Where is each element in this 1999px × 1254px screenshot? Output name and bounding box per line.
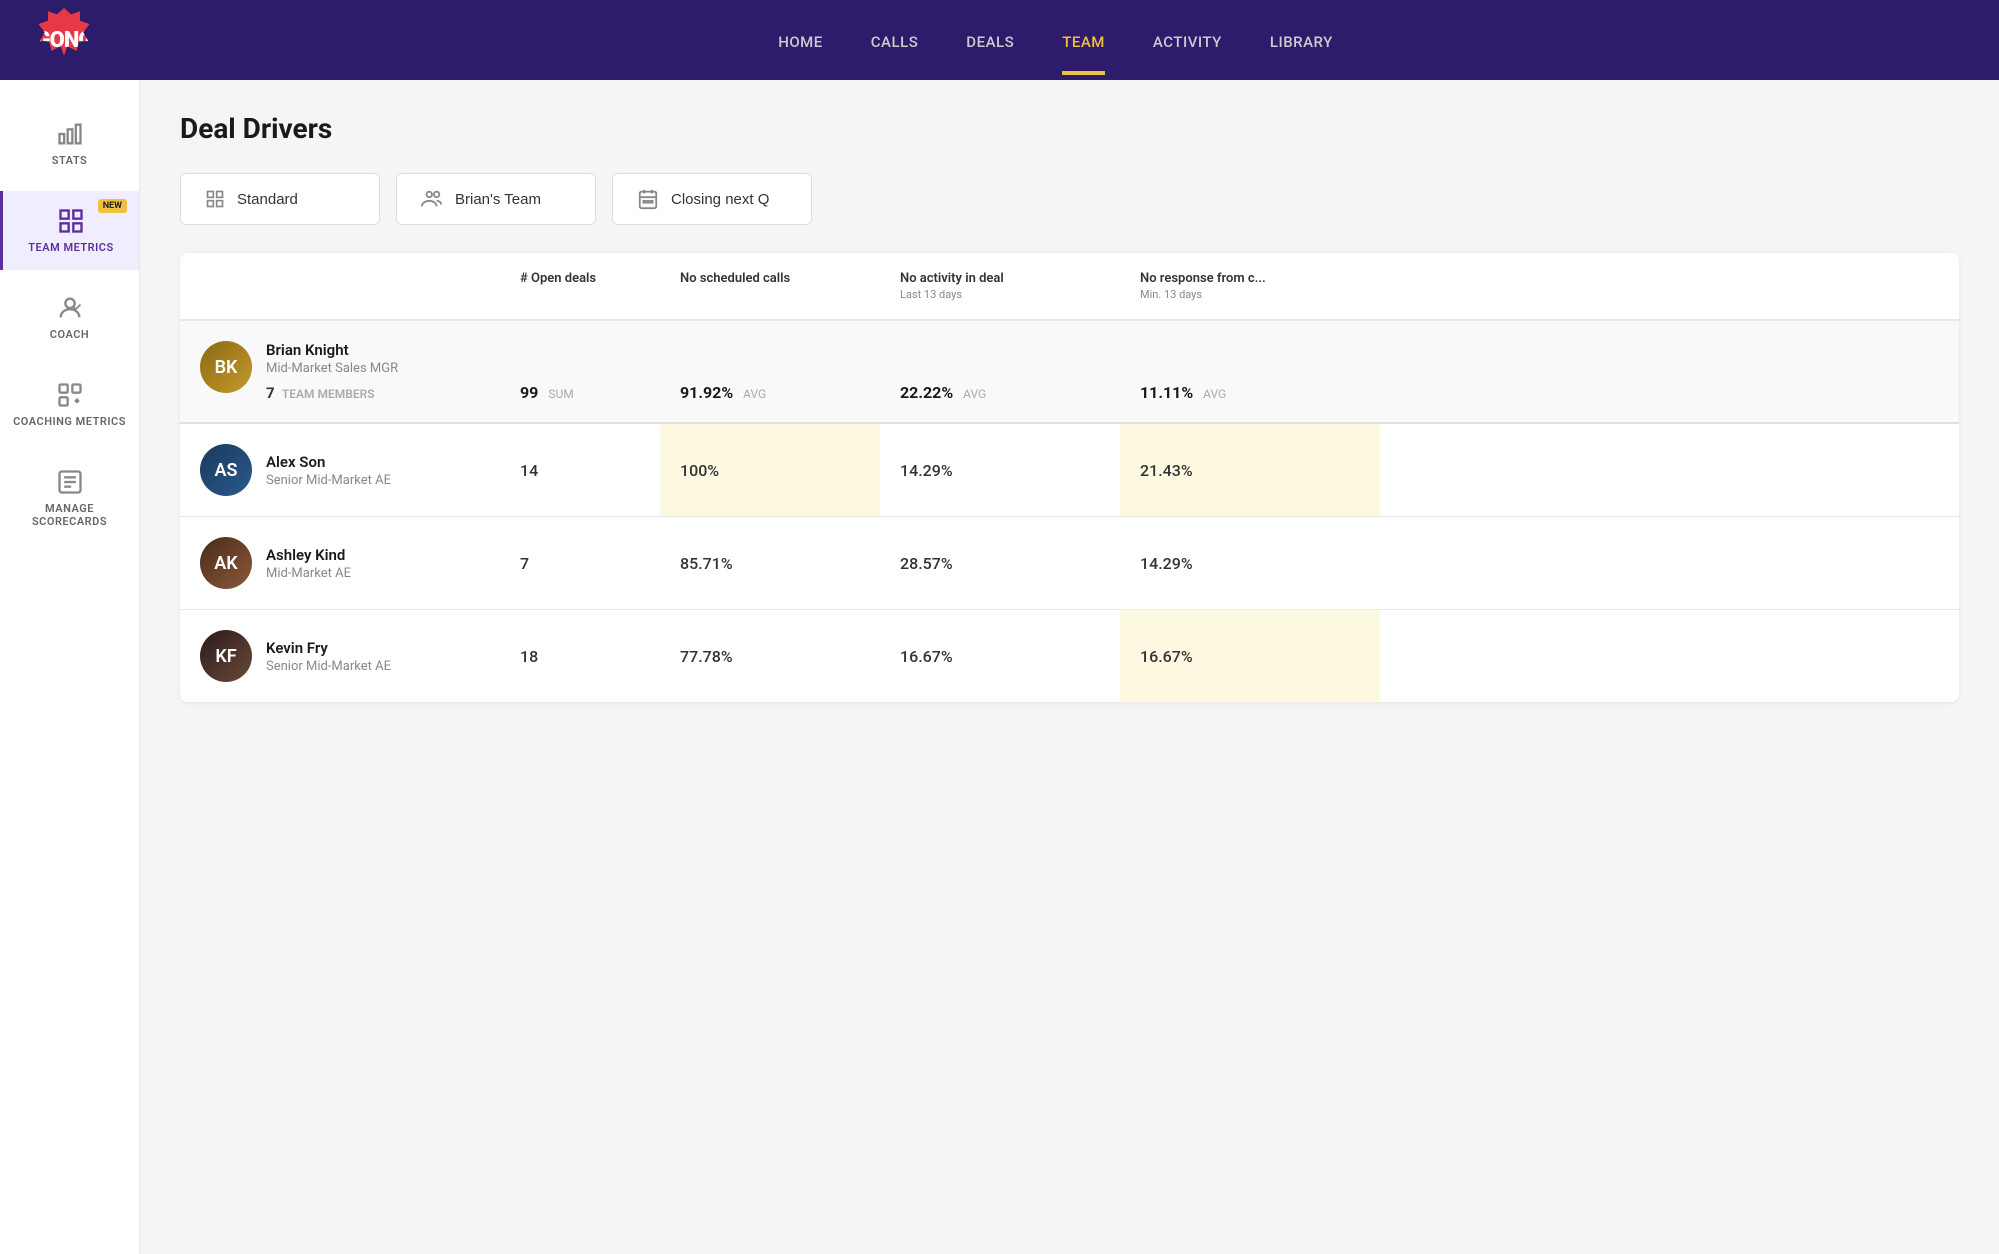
nav-team[interactable]: TEAM <box>1062 5 1105 75</box>
app-body: STATS NEW TEAM METRICS COACH COACHING ME… <box>0 80 1999 1254</box>
new-badge: NEW <box>98 199 127 213</box>
nav-activity[interactable]: ACTIVITY <box>1153 5 1222 75</box>
no-response-cell: 14.29% <box>1120 517 1380 609</box>
sidebar-item-coaching-metrics[interactable]: COACHING METRICS <box>0 365 139 444</box>
manager-no-scheduled: 91.92% AVG <box>660 321 880 422</box>
person-cell-kevin: KF Kevin Fry Senior Mid-Market AE <box>180 610 500 702</box>
logo-badge: GONG <box>32 8 96 72</box>
sidebar-coaching-metrics-label: COACHING METRICS <box>13 415 126 428</box>
nav-items: HOME CALLS DEALS TEAM ACTIVITY LIBRARY <box>144 5 1967 75</box>
coach-icon <box>56 294 84 322</box>
sidebar-stats-label: STATS <box>52 154 88 167</box>
col-no-activity: No activity in deal Last 13 days <box>880 253 1120 319</box>
col-open-deals: # Open deals <box>500 253 660 319</box>
person-info-kevin: Kevin Fry Senior Mid-Market AE <box>266 639 391 674</box>
table-row: KF Kevin Fry Senior Mid-Market AE 18 77.… <box>180 610 1959 702</box>
nav-deals[interactable]: DEALS <box>966 5 1014 75</box>
sidebar-team-metrics-label: TEAM METRICS <box>28 241 113 254</box>
nav-home[interactable]: HOME <box>778 5 823 75</box>
team-metrics-icon <box>57 207 85 235</box>
avatar-alex: AS <box>200 444 252 496</box>
person-role: Senior Mid-Market AE <box>266 473 391 488</box>
manager-no-activity: 22.22% AVG <box>880 321 1120 422</box>
col-no-response: No response from c... Min. 13 days <box>1120 253 1380 319</box>
calendar-icon <box>637 188 659 210</box>
no-response-cell highlight: 21.43% <box>1120 424 1380 516</box>
logo[interactable]: GONG <box>32 8 96 72</box>
open-deals-cell: 7 <box>500 517 660 609</box>
grid-icon <box>205 189 225 209</box>
col-name <box>180 253 500 319</box>
filter-team-label: Brian's Team <box>455 191 541 208</box>
no-scheduled-cell highlight: 100% <box>660 424 880 516</box>
filter-period-label: Closing next Q <box>671 191 769 208</box>
filter-view-label: Standard <box>237 191 298 208</box>
page-title: Deal Drivers <box>180 112 1959 145</box>
filter-view-btn[interactable]: Standard <box>180 173 380 225</box>
person-name: Kevin Fry <box>266 639 391 657</box>
top-nav: GONG HOME CALLS DEALS TEAM ACTIVITY LIBR… <box>0 0 1999 80</box>
manager-details: Brian Knight Mid-Market Sales MGR 7 TEAM… <box>266 341 398 402</box>
coaching-metrics-icon <box>56 381 84 409</box>
sidebar: STATS NEW TEAM METRICS COACH COACHING ME… <box>0 80 140 1254</box>
avatar-kevin: KF <box>200 630 252 682</box>
person-role: Senior Mid-Market AE <box>266 659 391 674</box>
filter-team-btn[interactable]: Brian's Team <box>396 173 596 225</box>
person-cell-alex: AS Alex Son Senior Mid-Market AE <box>180 424 500 516</box>
sidebar-item-manage-scorecards[interactable]: MANAGE SCORECARDS <box>0 452 139 544</box>
person-role: Mid-Market AE <box>266 566 351 581</box>
sidebar-item-coach[interactable]: COACH <box>0 278 139 357</box>
no-scheduled-cell: 85.71% <box>660 517 880 609</box>
sidebar-item-stats[interactable]: STATS <box>0 104 139 183</box>
team-icon <box>421 188 443 210</box>
sidebar-item-team-metrics[interactable]: NEW TEAM METRICS <box>0 191 139 270</box>
person-cell-ashley: AK Ashley Kind Mid-Market AE <box>180 517 500 609</box>
table-row: AK Ashley Kind Mid-Market AE 7 85.71% 28… <box>180 517 1959 610</box>
team-members-count: 7 TEAM MEMBERS <box>266 384 398 402</box>
manager-open-deals: 99 SUM <box>500 321 660 422</box>
deal-drivers-table: # Open deals No scheduled calls No activ… <box>180 253 1959 702</box>
stats-icon <box>56 120 84 148</box>
no-response-cell highlight: 16.67% <box>1120 610 1380 702</box>
manager-row: BK Brian Knight Mid-Market Sales MGR 7 T… <box>180 321 1959 424</box>
manager-role: Mid-Market Sales MGR <box>266 361 398 376</box>
manager-name: Brian Knight <box>266 341 398 359</box>
manager-info-cell: BK Brian Knight Mid-Market Sales MGR 7 T… <box>180 321 500 422</box>
person-name: Ashley Kind <box>266 546 351 564</box>
nav-library[interactable]: LIBRARY <box>1270 5 1333 75</box>
no-activity-cell: 28.57% <box>880 517 1120 609</box>
table-row: AS Alex Son Senior Mid-Market AE 14 100%… <box>180 424 1959 517</box>
person-info-alex: Alex Son Senior Mid-Market AE <box>266 453 391 488</box>
no-activity-cell: 14.29% <box>880 424 1120 516</box>
filter-period-btn[interactable]: Closing next Q <box>612 173 812 225</box>
open-deals-cell: 18 <box>500 610 660 702</box>
person-name: Alex Son <box>266 453 391 471</box>
manager-no-response: 11.11% AVG <box>1120 321 1380 422</box>
avatar-ashley: AK <box>200 537 252 589</box>
sidebar-coach-label: COACH <box>50 328 89 341</box>
main-content: Deal Drivers Standard Brian's Team <box>140 80 1999 1254</box>
no-activity-cell: 16.67% <box>880 610 1120 702</box>
table-header: # Open deals No scheduled calls No activ… <box>180 253 1959 321</box>
sidebar-manage-scorecards-label: MANAGE SCORECARDS <box>8 502 131 528</box>
col-no-scheduled-calls: No scheduled calls <box>660 253 880 319</box>
person-info-ashley: Ashley Kind Mid-Market AE <box>266 546 351 581</box>
nav-calls[interactable]: CALLS <box>871 5 919 75</box>
filter-row: Standard Brian's Team <box>180 173 1959 225</box>
manage-scorecards-icon <box>56 468 84 496</box>
avatar-brian: BK <box>200 341 252 393</box>
no-scheduled-cell: 77.78% <box>660 610 880 702</box>
open-deals-cell: 14 <box>500 424 660 516</box>
